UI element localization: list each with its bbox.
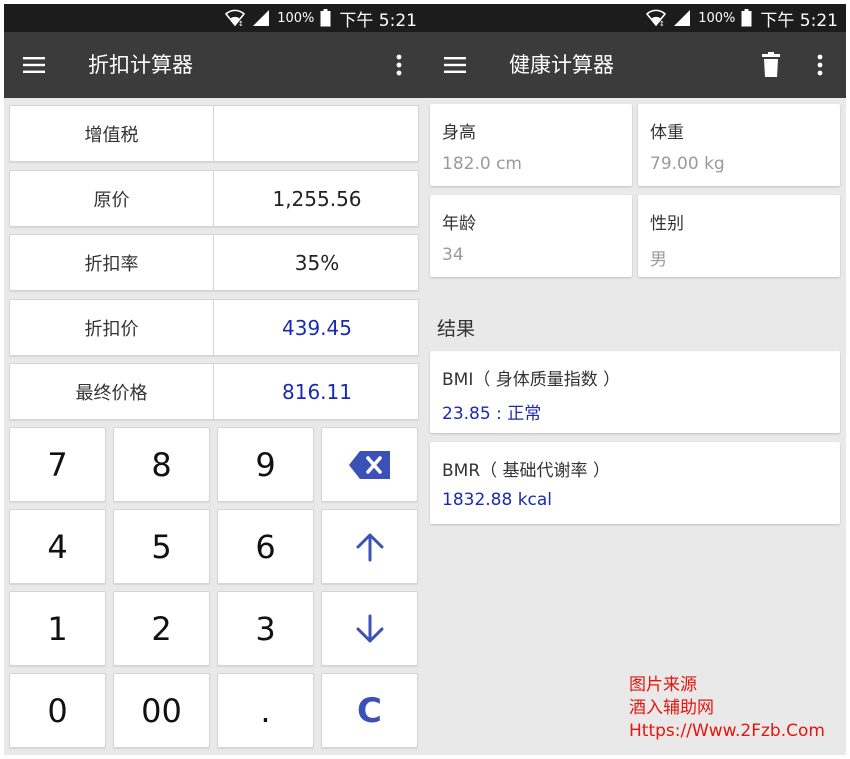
svg-text:↕: ↕ — [238, 20, 244, 27]
app-bar: 折扣计算器 — [4, 32, 425, 98]
discount-rate-value[interactable]: 35% — [215, 235, 419, 290]
gender-card[interactable]: 性别 男 — [638, 195, 840, 277]
page-title: 健康计算器 — [509, 53, 614, 77]
bmr-value: 1832.88 kcal — [442, 490, 553, 510]
up-button[interactable] — [321, 509, 418, 584]
key-5[interactable]: 5 — [113, 509, 210, 584]
key-decimal[interactable]: . — [217, 673, 314, 748]
hamburger-menu-icon[interactable] — [22, 53, 48, 77]
field-row-original-price: 原价 1,255.56 — [9, 170, 419, 227]
signal-icon — [672, 9, 692, 27]
watermark-line: 酒入辅助网 — [629, 698, 714, 718]
backspace-button[interactable] — [321, 427, 418, 502]
hamburger-menu-icon[interactable] — [443, 53, 469, 77]
gender-value: 男 — [650, 250, 667, 270]
status-bar: ↕ 100% 下午 5:21 — [425, 4, 846, 32]
age-card[interactable]: 年龄 34 — [430, 195, 632, 277]
key-0[interactable]: 0 — [9, 673, 106, 748]
bmr-label: BMR（ 基础代谢率 ） — [442, 461, 610, 481]
height-label: 身高 — [442, 123, 476, 143]
bmr-result-card: BMR（ 基础代谢率 ） 1832.88 kcal — [430, 442, 840, 524]
weight-label: 体重 — [650, 123, 684, 143]
key-4[interactable]: 4 — [9, 509, 106, 584]
watermark-line: 图片来源 — [629, 675, 697, 695]
field-label: 折扣价 — [10, 300, 214, 355]
health-calculator-screen: ↕ 100% 下午 5:21 健康计算器 身高 182.0 cm 体重 79.0… — [425, 4, 846, 755]
key-6[interactable]: 6 — [217, 509, 314, 584]
age-label: 年龄 — [442, 214, 476, 234]
bmi-label: BMI（ 身体质量指数 ） — [442, 370, 621, 390]
arrow-down-icon — [355, 614, 385, 644]
field-row-final-price: 最终价格 816.11 — [9, 363, 419, 420]
weight-value: 79.00 kg — [650, 154, 725, 174]
vat-value[interactable] — [215, 106, 419, 161]
original-price-value[interactable]: 1,255.56 — [215, 171, 419, 226]
watermark-line: Https://Www.2Fzb.Com — [629, 721, 825, 741]
field-label: 增值税 — [10, 106, 214, 161]
signal-icon — [251, 9, 271, 27]
down-button[interactable] — [321, 591, 418, 666]
key-7[interactable]: 7 — [9, 427, 106, 502]
gender-label: 性别 — [650, 214, 684, 234]
bmi-value: 23.85 : 正常 — [442, 404, 542, 424]
key-8[interactable]: 8 — [113, 427, 210, 502]
battery-percent: 100% — [698, 10, 736, 26]
discount-calculator-screen: ↕ 100% 下午 5:21 折扣计算器 增值税 原价 1,255.56 折扣率 — [4, 4, 425, 755]
field-row-discount-amount: 折扣价 439.45 — [9, 299, 419, 356]
more-vert-icon[interactable] — [807, 52, 833, 78]
more-vert-icon[interactable] — [386, 52, 412, 78]
key-1[interactable]: 1 — [9, 591, 106, 666]
height-value: 182.0 cm — [442, 154, 522, 174]
backspace-icon — [348, 450, 392, 480]
bmi-result-card: BMI（ 身体质量指数 ） 23.85 : 正常 — [430, 351, 840, 433]
trash-icon[interactable] — [758, 51, 784, 79]
page-title: 折扣计算器 — [88, 53, 193, 77]
wifi-icon: ↕ — [225, 9, 246, 27]
key-00[interactable]: 00 — [113, 673, 210, 748]
discount-amount-value: 439.45 — [282, 315, 352, 340]
watermark: 图片来源 酒入辅助网 Https://Www.2Fzb.Com — [629, 674, 825, 743]
weight-card[interactable]: 体重 79.00 kg — [638, 104, 840, 186]
arrow-up-icon — [355, 532, 385, 562]
battery-icon — [320, 9, 331, 27]
field-label: 最终价格 — [10, 364, 214, 419]
clear-button[interactable]: C — [321, 673, 418, 748]
field-row-vat: 增值税 — [9, 105, 419, 162]
final-price-value: 816.11 — [282, 379, 352, 404]
field-label: 折扣率 — [10, 235, 214, 290]
key-3[interactable]: 3 — [217, 591, 314, 666]
status-time: 下午 5:21 — [760, 10, 838, 31]
wifi-icon: ↕ — [646, 9, 667, 27]
height-card[interactable]: 身高 182.0 cm — [430, 104, 632, 186]
app-bar: 健康计算器 — [425, 32, 846, 98]
field-label: 原价 — [10, 171, 214, 226]
status-time: 下午 5:21 — [339, 10, 417, 31]
svg-text:↕: ↕ — [659, 20, 665, 27]
field-row-discount-rate: 折扣率 35% — [9, 234, 419, 291]
age-value: 34 — [442, 245, 464, 265]
battery-percent: 100% — [277, 10, 315, 26]
key-9[interactable]: 9 — [217, 427, 314, 502]
results-heading: 结果 — [437, 318, 476, 340]
battery-icon — [741, 9, 752, 27]
key-2[interactable]: 2 — [113, 591, 210, 666]
status-bar: ↕ 100% 下午 5:21 — [4, 4, 425, 32]
